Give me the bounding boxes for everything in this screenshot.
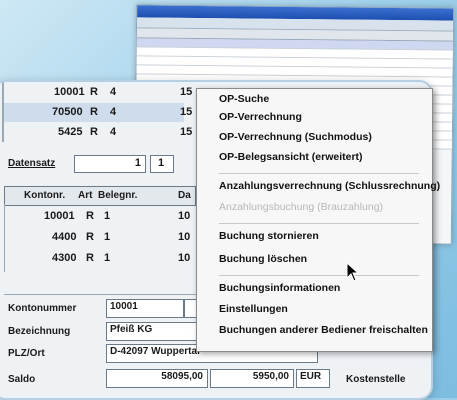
menu-item-op-verrechnung[interactable]: OP-Verrechnung [219, 111, 302, 123]
menu-item-buchung-stornieren[interactable]: Buchung stornieren [219, 230, 319, 242]
saldo-value: 58095,00 [161, 371, 203, 382]
column-header-belegnr[interactable]: Belegnr. [98, 190, 137, 201]
menu-item-op-belegsansicht[interactable]: OP-Belegsansicht (erweitert) [219, 151, 363, 163]
grid-border [4, 204, 5, 272]
menu-item-buchungsinformationen[interactable]: Buchungsinformationen [219, 282, 340, 294]
context-menu: OP-Suche OP-Verrechnung OP-Verrechnung (… [196, 88, 440, 352]
mouse-pointer-icon [346, 261, 360, 286]
menu-item-anzahlungsverrechnung[interactable]: Anzahlungsverrechnung (Schlussrechnung) [219, 180, 440, 192]
date-cell: 10 [178, 210, 191, 222]
konto-cell: 5425 [58, 126, 83, 138]
saldo-label: Saldo [8, 374, 36, 385]
date-cell: 10 [178, 252, 191, 264]
menu-item-buchungen-freischalten[interactable]: Buchungen anderer Bediener freischalten [219, 324, 428, 336]
beleg-cell: 1 [104, 210, 111, 222]
art-cell: R [90, 126, 98, 138]
konto-cell: 70500 [52, 106, 83, 118]
beleg-cell: 1 [104, 231, 111, 243]
saldo-field: 58095,00 [106, 369, 208, 388]
art-cell: R [90, 86, 98, 98]
art-cell: R [86, 210, 94, 222]
column-header-da[interactable]: Da [178, 190, 191, 201]
beleg-cell: 1 [104, 252, 111, 264]
date-cell: 15 [180, 86, 193, 98]
datensatz-label: Datensatz [8, 158, 56, 169]
beleg-cell: 4 [110, 126, 117, 138]
menu-item-einstellungen[interactable]: Einstellungen [219, 303, 288, 315]
bezeichnung-input[interactable]: Pfeiß KG [106, 322, 200, 341]
column-header-art[interactable]: Art [78, 190, 92, 201]
plzort-label: PLZ/Ort [8, 348, 45, 359]
konto-cell: 4300 [52, 252, 77, 264]
plzort-value: D-42097 Wuppertal [110, 346, 200, 357]
menu-item-anzahlungsbuchung: Anzahlungsbuchung (Brauzahlung) [219, 201, 384, 213]
datensatz-total-value: 1 [158, 157, 165, 169]
menu-separator [219, 223, 419, 224]
art-cell: R [86, 252, 94, 264]
currency-select[interactable]: EUR [296, 369, 330, 388]
datensatz-total: 1 [150, 155, 174, 173]
beleg-cell: 4 [110, 106, 117, 118]
saldo-value-2: 5950,00 [252, 371, 289, 382]
kontonummer-label: Kontonummer [8, 303, 77, 314]
menu-separator [219, 173, 419, 174]
currency-value: EUR [300, 371, 322, 382]
kontonummer-value: 10001 [110, 301, 138, 312]
menu-item-buchung-loeschen[interactable]: Buchung löschen [219, 253, 307, 265]
menu-item-op-suche[interactable]: OP-Suche [219, 93, 269, 105]
date-cell: 15 [180, 106, 193, 118]
bezeichnung-value: Pfeiß KG [110, 324, 153, 335]
date-cell: 10 [178, 231, 191, 243]
art-cell: R [86, 231, 94, 243]
date-cell: 15 [180, 126, 193, 138]
konto-cell: 10001 [54, 86, 85, 98]
konto-cell: 10001 [44, 210, 75, 222]
datensatz-value: 1 [134, 157, 141, 169]
kostenstelle-label: Kostenstelle [346, 374, 406, 385]
konto-cell: 4400 [52, 231, 77, 243]
bezeichnung-label: Bezeichnung [8, 326, 71, 337]
datensatz-input[interactable]: 1 [74, 155, 146, 173]
menu-separator [219, 275, 419, 276]
art-cell: R [90, 106, 98, 118]
saldo-field-2: 5950,00 [210, 369, 294, 388]
beleg-cell: 4 [110, 86, 117, 98]
menu-item-op-verrechnung-suchmodus[interactable]: OP-Verrechnung (Suchmodus) [219, 131, 372, 143]
kontonummer-input[interactable]: 10001 [106, 299, 184, 318]
column-header-kontonr[interactable]: Kontonr. [24, 190, 65, 201]
